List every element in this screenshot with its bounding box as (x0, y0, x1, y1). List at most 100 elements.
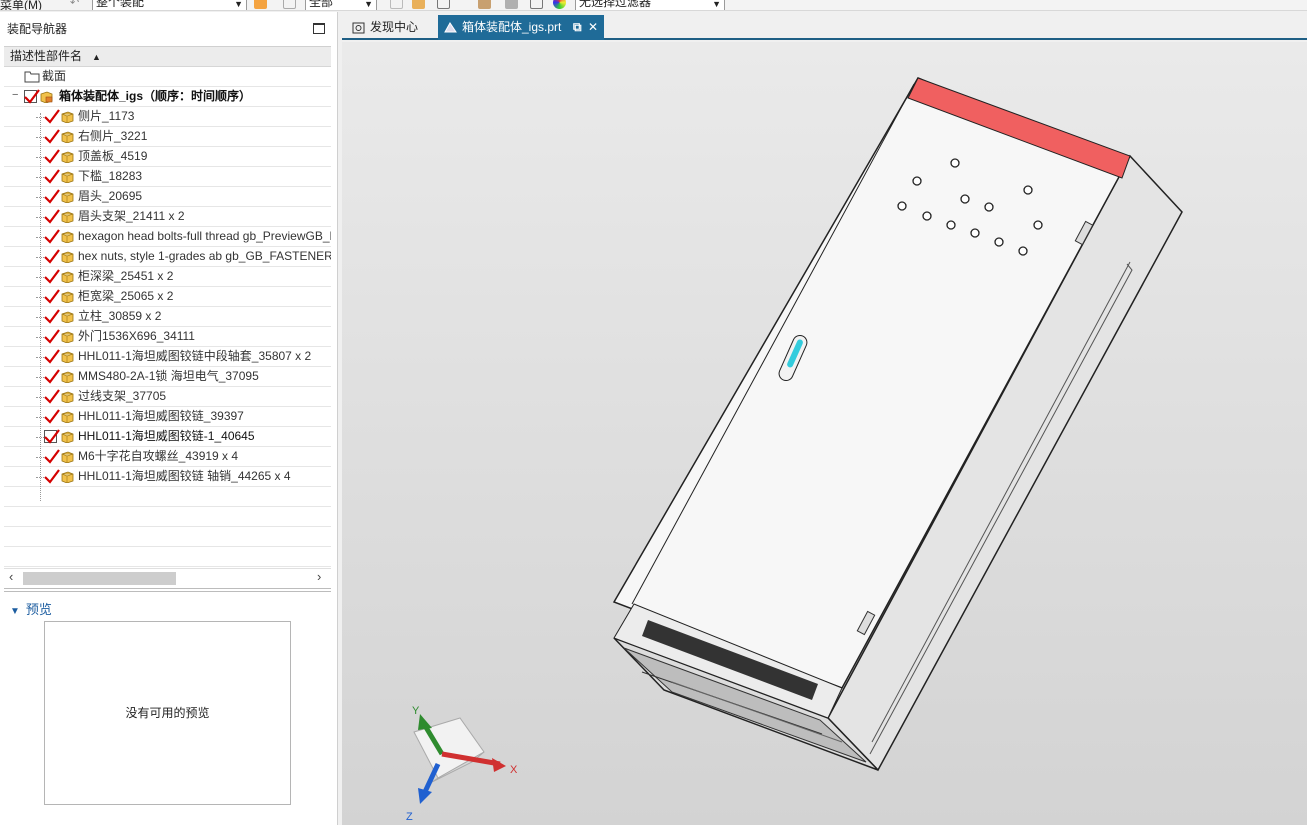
tree-item-label: M6十字花自攻螺丝_43919 x 4 (78, 449, 239, 463)
tree-row-component[interactable]: MMS480-2A-1锁 海坦电气_37095 (4, 367, 331, 387)
visible-check-icon[interactable] (44, 309, 60, 324)
tab-discovery-center[interactable]: 发现中心 (346, 15, 436, 40)
tree-item-label: 立柱_30859 x 2 (78, 309, 162, 323)
scrollbar-thumb[interactable] (23, 572, 176, 585)
component-icon (61, 451, 74, 463)
tree-row-component[interactable]: HHL011-1海坦威图铰链 轴销_44265 x 4 (4, 467, 331, 487)
tree-row-component[interactable]: hex nuts, style 1-grades ab gb_GB_FASTEN… (4, 247, 331, 267)
visible-check-icon[interactable] (44, 429, 60, 444)
tree-item-label: HHL011-1海坦威图铰链-1_40645 (78, 429, 255, 443)
tree-row-component[interactable]: hexagon head bolts-full thread gb_Previe… (4, 227, 331, 247)
selection-filter-select[interactable]: 无选择过滤器 ▼ (575, 0, 725, 10)
undo-icon[interactable]: ↶ (70, 0, 83, 9)
visible-check-icon[interactable] (44, 229, 60, 244)
tree-row-component[interactable]: 下槛_18283 (4, 167, 331, 187)
tree-row-component[interactable]: HHL011-1海坦威图铰链-1_40645 (4, 427, 331, 447)
visible-check-icon[interactable] (44, 329, 60, 344)
maximize-icon[interactable] (313, 23, 325, 34)
visible-check-icon[interactable] (44, 209, 60, 224)
horizontal-scrollbar[interactable]: ‹ › (4, 568, 331, 586)
scroll-left-icon[interactable]: ‹ (9, 569, 13, 584)
tree-row-component[interactable]: HHL011-1海坦威图铰链中段轴套_35807 x 2 (4, 347, 331, 367)
preview-section-header[interactable]: ▼ 预览 (10, 599, 52, 618)
visible-check-icon[interactable] (44, 469, 60, 484)
close-icon[interactable]: ✕ (588, 15, 598, 39)
component-icon (61, 111, 74, 123)
tree-item-label: 外门1536X696_34111 (78, 329, 195, 343)
visible-check-icon[interactable] (24, 89, 40, 104)
tree-row-component[interactable]: 右侧片_3221 (4, 127, 331, 147)
tree-item-label: 箱体装配体_igs（顺序：时间顺序） (59, 89, 252, 103)
visible-check-icon[interactable] (44, 389, 60, 404)
visible-check-icon[interactable] (44, 249, 60, 264)
scroll-right-icon[interactable]: › (317, 569, 321, 584)
tree-row-component[interactable]: 侧片_1173 (4, 107, 331, 127)
graphics-viewport[interactable]: Y X Z (342, 42, 1307, 825)
component-icon (61, 211, 74, 223)
collapse-triangle-icon: ▼ (10, 606, 20, 617)
assembly-navigator-panel: 装配导航器 描述性部件名 ▲ 截面 − 箱体装配体_igs（顺序：时间顺序） 侧片_11… (0, 12, 338, 825)
cross-icon[interactable] (437, 0, 450, 9)
component-icon (61, 371, 74, 383)
tree-row-component[interactable]: 立柱_30859 x 2 (4, 307, 331, 327)
tree-item-label: HHL011-1海坦威图铰链中段轴套_35807 x 2 (78, 349, 312, 363)
snap-point-icon[interactable] (412, 0, 425, 9)
tree-row-component[interactable]: 眉头支架_21411 x 2 (4, 207, 331, 227)
cabinet-model[interactable]: Y X Z (342, 42, 1307, 825)
undock-icon[interactable]: ⧉ (573, 15, 582, 39)
color-wheel-icon[interactable] (553, 0, 566, 9)
tree-row-section[interactable]: 截面 (4, 67, 331, 87)
panel-title: 装配导航器 (7, 22, 68, 36)
visible-check-icon[interactable] (44, 289, 60, 304)
visible-check-icon[interactable] (44, 189, 60, 204)
column-header[interactable]: 描述性部件名 ▲ (4, 47, 331, 67)
panel-splitter[interactable] (4, 588, 331, 592)
visible-check-icon[interactable] (44, 129, 60, 144)
tree-row-empty (4, 487, 331, 507)
tree-row-component[interactable]: 顶盖板_4519 (4, 147, 331, 167)
visible-check-icon[interactable] (44, 269, 60, 284)
assembly-icon (40, 91, 53, 103)
tree-row-component[interactable]: M6十字花自攻螺丝_43919 x 4 (4, 447, 331, 467)
component-icon (61, 151, 74, 163)
part-icon[interactable] (254, 0, 267, 9)
tree-item-label: hexagon head bolts-full thread gb_Previe… (78, 229, 331, 243)
tree-row-component[interactable]: 眉头_20695 (4, 187, 331, 207)
box-icon[interactable] (478, 0, 491, 9)
visible-check-icon[interactable] (44, 369, 60, 384)
view-triad[interactable]: Y X Z (406, 705, 518, 823)
collapse-icon[interactable]: − (12, 90, 21, 101)
link-icon[interactable] (283, 0, 296, 9)
component-icon (61, 271, 74, 283)
tab-part-file[interactable]: 箱体装配体_igs.prt ⧉ ✕ (438, 15, 604, 40)
tree-item-label: HHL011-1海坦威图铰链 轴销_44265 x 4 (78, 469, 291, 483)
tree-row-component[interactable]: 柜深梁_25451 x 2 (4, 267, 331, 287)
scope-select[interactable]: 全部 ▼ (305, 0, 377, 10)
menu-button[interactable]: 菜单(M) (0, 0, 42, 10)
tree-row-root-assembly[interactable]: − 箱体装配体_igs（顺序：时间顺序） (4, 87, 331, 107)
visible-check-icon[interactable] (44, 149, 60, 164)
select-icon[interactable] (390, 0, 403, 9)
folder-icon (24, 71, 40, 83)
preview-heading: 预览 (25, 602, 52, 617)
visible-check-icon[interactable] (44, 109, 60, 124)
component-icon[interactable] (505, 0, 518, 9)
filter-icon[interactable] (530, 0, 543, 9)
visible-check-icon[interactable] (44, 169, 60, 184)
tab-label: 箱体装配体_igs.prt (462, 20, 562, 34)
discovery-icon (352, 22, 365, 34)
x-axis-label: X (510, 764, 518, 776)
tree-row-component[interactable]: 过线支架_37705 (4, 387, 331, 407)
top-toolbar: 菜单(M) ↶ 整个装配 ▼ 全部 ▼ 无选择过滤器 ▼ (0, 0, 1307, 11)
visible-check-icon[interactable] (44, 349, 60, 364)
preview-empty-message: 没有可用的预览 (125, 706, 210, 720)
tree-row-component[interactable]: HHL011-1海坦威图铰链_39397 (4, 407, 331, 427)
visible-check-icon[interactable] (44, 409, 60, 424)
assembly-select[interactable]: 整个装配 ▼ (92, 0, 247, 10)
tree-row-component[interactable]: 外门1536X696_34111 (4, 327, 331, 347)
visible-check-icon[interactable] (44, 449, 60, 464)
tree-item-label: 顶盖板_4519 (78, 149, 148, 163)
scope-select-value: 全部 (309, 0, 334, 9)
tree-item-label: 柜宽梁_25065 x 2 (78, 289, 174, 303)
tree-row-component[interactable]: 柜宽梁_25065 x 2 (4, 287, 331, 307)
